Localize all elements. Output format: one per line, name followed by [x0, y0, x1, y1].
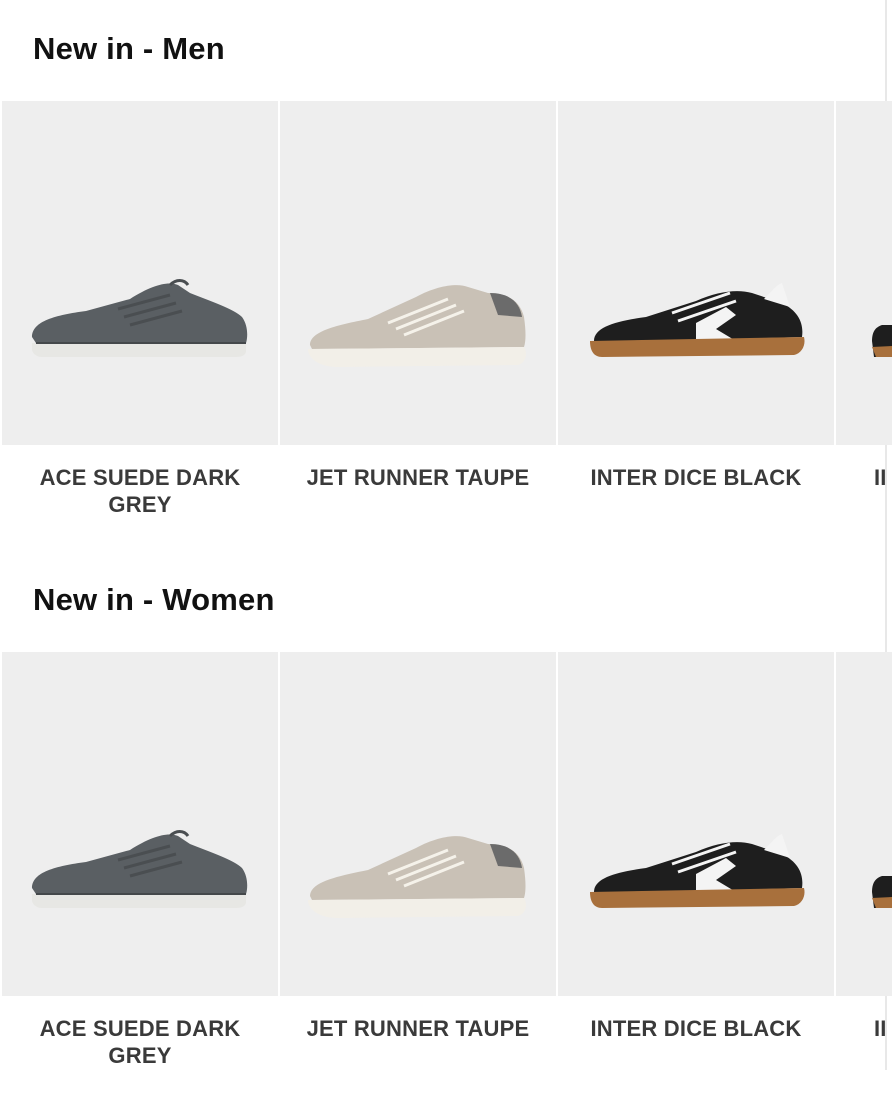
product-image[interactable] — [558, 652, 834, 996]
product-name[interactable]: II — [874, 1015, 892, 1042]
product-carousel[interactable]: ACE SUEDE DARK GREY JET RUNNER TAUPE INT… — [0, 652, 892, 1102]
section-title: New in - Women — [33, 582, 275, 617]
product-name[interactable]: ACE SUEDE DARK GREY — [16, 464, 264, 518]
new-in-men-section: New in - Men ACE SUEDE DARK GREY JET RUN… — [0, 0, 892, 551]
section-title: New in - Men — [33, 31, 225, 66]
product-carousel[interactable]: ACE SUEDE DARK GREY JET RUNNER TAUPE INT… — [0, 101, 892, 551]
product-card[interactable]: ACE SUEDE DARK GREY — [2, 652, 278, 1092]
product-name[interactable]: JET RUNNER TAUPE — [294, 1015, 542, 1042]
product-card[interactable]: JET RUNNER TAUPE — [280, 652, 556, 1092]
shoe-partial-icon — [872, 876, 892, 908]
product-card[interactable]: II — [836, 652, 892, 1092]
shoe-partial-icon — [872, 325, 892, 357]
product-name[interactable]: II — [874, 464, 892, 491]
product-card[interactable]: JET RUNNER TAUPE — [280, 101, 556, 541]
shoe-inter-dice-black-icon — [590, 834, 805, 908]
product-image[interactable] — [836, 652, 892, 996]
product-image[interactable] — [558, 101, 834, 445]
product-name[interactable]: JET RUNNER TAUPE — [294, 464, 542, 491]
product-image[interactable] — [2, 652, 278, 996]
product-name[interactable]: ACE SUEDE DARK GREY — [16, 1015, 264, 1069]
product-card[interactable]: INTER DICE BLACK — [558, 652, 834, 1092]
shoe-jet-runner-taupe-icon — [308, 285, 526, 367]
new-in-women-section: New in - Women ACE SUEDE DARK GREY JET R… — [0, 551, 892, 1102]
product-card[interactable]: INTER DICE BLACK — [558, 101, 834, 541]
shoe-ace-suede-dark-grey-icon — [32, 279, 248, 357]
shoe-jet-runner-taupe-icon — [308, 836, 526, 918]
product-card[interactable]: II — [836, 101, 892, 541]
product-image[interactable] — [280, 101, 556, 445]
product-name[interactable]: INTER DICE BLACK — [572, 1015, 820, 1042]
shoe-ace-suede-dark-grey-icon — [32, 830, 248, 908]
product-image[interactable] — [836, 101, 892, 445]
product-image[interactable] — [280, 652, 556, 996]
product-name[interactable]: INTER DICE BLACK — [572, 464, 820, 491]
product-image[interactable] — [2, 101, 278, 445]
product-card[interactable]: ACE SUEDE DARK GREY — [2, 101, 278, 541]
shoe-inter-dice-black-icon — [590, 283, 805, 357]
